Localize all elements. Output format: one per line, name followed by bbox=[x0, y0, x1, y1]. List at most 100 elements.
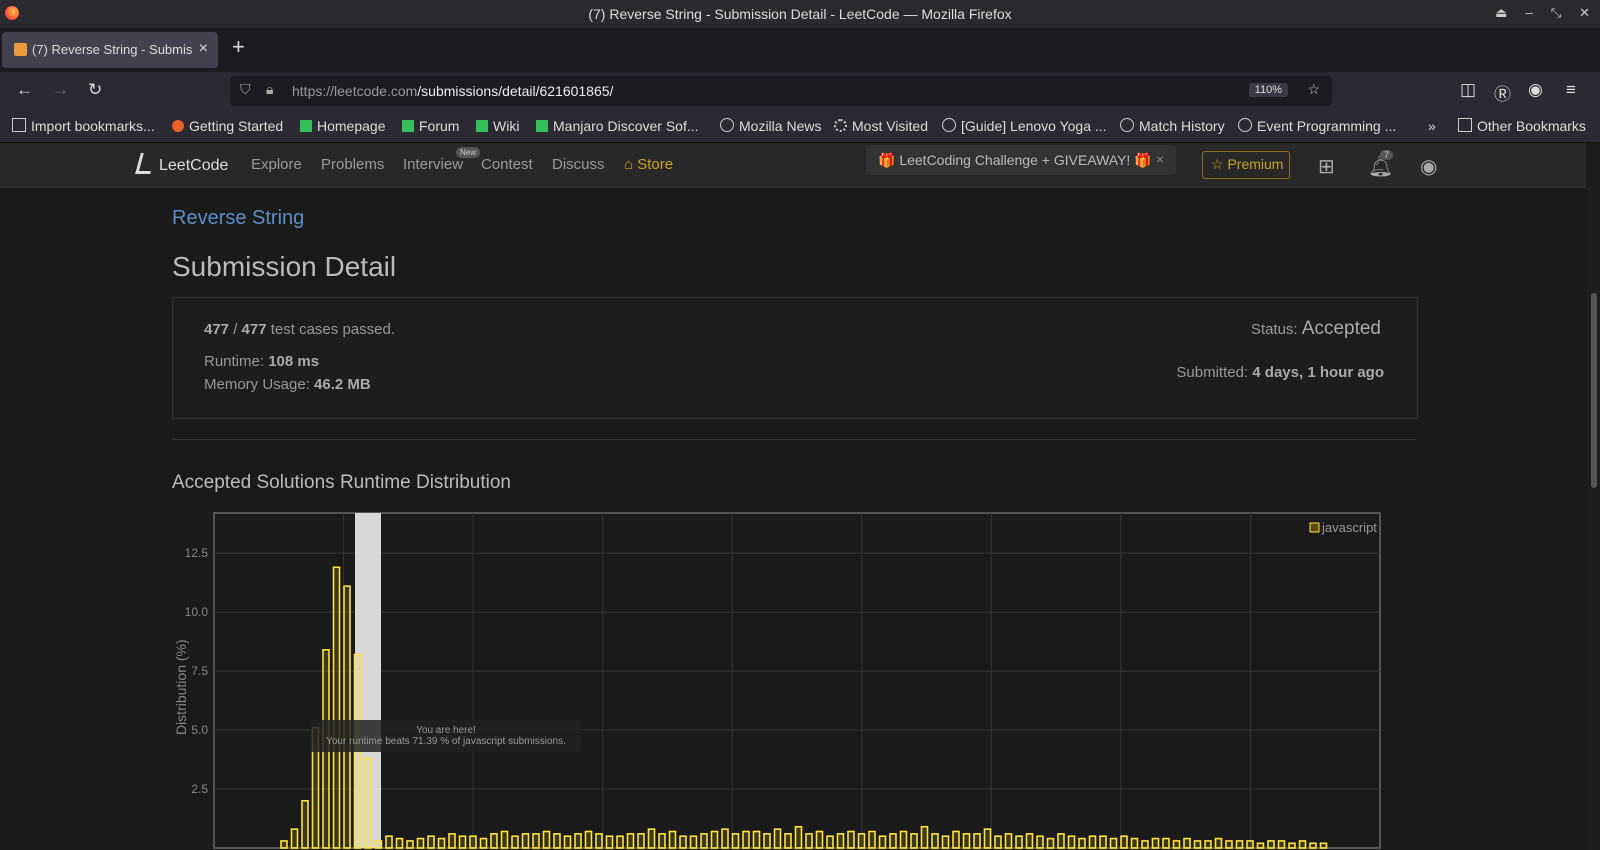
manjaro-icon bbox=[476, 120, 488, 132]
bar bbox=[899, 830, 908, 849]
y-tick-label: 12.5 bbox=[185, 546, 209, 560]
bar bbox=[479, 837, 488, 849]
challenge-text: 🎁 LeetCoding Challenge + GIVEAWAY! 🎁 bbox=[878, 152, 1152, 168]
bookmark-manjaro-discover[interactable]: Manjaro Discover Sof... bbox=[536, 118, 699, 134]
bookmark-other[interactable]: Other Bookmarks bbox=[1458, 118, 1586, 134]
eject-icon[interactable]: ⏏ bbox=[1495, 5, 1507, 21]
pocket-icon[interactable]: ◫ bbox=[1460, 80, 1476, 100]
globe-icon bbox=[720, 118, 734, 132]
tooltip-text: Your runtime beats 71.39 % of javascript… bbox=[326, 736, 566, 747]
bookmarks-overflow-icon[interactable]: » bbox=[1428, 118, 1436, 134]
runtime-distribution-chart[interactable]: 2.5 5.0 7.5 10.0 12.5 Distribution (%) You are… bbox=[164, 508, 1424, 850]
close-window-button[interactable]: ✕ bbox=[1579, 5, 1590, 21]
nav-interview[interactable]: Interview bbox=[403, 156, 463, 173]
bar bbox=[374, 840, 383, 849]
bar bbox=[710, 830, 719, 849]
bookmark-event-programming[interactable]: Event Programming ... bbox=[1238, 118, 1396, 134]
zoom-level[interactable]: 110% bbox=[1248, 83, 1288, 97]
reload-icon[interactable]: ↻ bbox=[88, 80, 102, 100]
user-avatar-icon[interactable]: ◉ bbox=[1420, 154, 1437, 179]
nav-discuss[interactable]: Discuss bbox=[552, 156, 605, 173]
bookmark-lenovo-guide[interactable]: [Guide] Lenovo Yoga ... bbox=[942, 118, 1107, 134]
premium-button[interactable]: ☆ Premium bbox=[1202, 151, 1290, 179]
back-icon[interactable]: ← bbox=[16, 80, 33, 100]
bar bbox=[889, 833, 897, 849]
playground-icon[interactable]: ⊞ bbox=[1318, 154, 1335, 179]
bookmarks-toolbar: Import bookmarks... Getting Started Home… bbox=[0, 110, 1600, 143]
address-bar[interactable]: ⛉ 🔒︎ https://leetcode.com/submissions/de… bbox=[230, 76, 1332, 106]
extension-icon[interactable]: ◉ bbox=[1528, 80, 1543, 100]
bookmark-star-icon[interactable]: ☆ bbox=[1307, 81, 1320, 98]
bar bbox=[847, 830, 855, 849]
browser-tab[interactable]: (7) Reverse String - Submission Detail -… bbox=[2, 32, 218, 68]
bar bbox=[563, 835, 572, 849]
divider bbox=[172, 439, 1416, 440]
submission-summary-card: 477 / 477 test cases passed. Runtime: 10… bbox=[172, 297, 1418, 419]
page-content: LeetCode Explore Problems Interview New … bbox=[0, 143, 1586, 850]
window-controls: ⏏ – ⤡ ✕ bbox=[1495, 5, 1590, 21]
bar bbox=[773, 828, 782, 849]
bar bbox=[616, 835, 624, 849]
bar bbox=[973, 833, 981, 849]
import-icon bbox=[12, 118, 26, 132]
bar bbox=[416, 837, 425, 849]
page-scrollbar[interactable] bbox=[1586, 143, 1600, 850]
bar bbox=[931, 833, 939, 849]
bookmark-most-visited[interactable]: Most Visited bbox=[834, 118, 928, 134]
bookmark-mozilla-news[interactable]: Mozilla News bbox=[720, 118, 821, 134]
lock-icon[interactable]: 🔒︎ bbox=[266, 81, 273, 98]
globe-icon bbox=[1238, 118, 1252, 132]
menu-icon[interactable]: ≡ bbox=[1566, 80, 1576, 100]
shield-icon[interactable]: ⛉ bbox=[240, 81, 251, 98]
new-tab-button[interactable]: + bbox=[232, 34, 245, 60]
nav-store[interactable]: ⌂ Store bbox=[624, 156, 673, 173]
close-banner-icon[interactable]: × bbox=[1156, 151, 1164, 167]
bar bbox=[1015, 835, 1023, 849]
bar bbox=[941, 835, 950, 849]
bar bbox=[983, 828, 992, 849]
bar bbox=[1025, 833, 1034, 849]
nav-problems[interactable]: Problems bbox=[321, 156, 384, 173]
leetcode-navbar: LeetCode Explore Problems Interview New … bbox=[0, 143, 1586, 188]
bookmark-getting-started[interactable]: Getting Started bbox=[172, 118, 283, 134]
minimize-button[interactable]: – bbox=[1525, 5, 1532, 21]
leetcode-logo[interactable]: LeetCode bbox=[135, 153, 228, 175]
firefox-icon bbox=[172, 120, 184, 132]
bar bbox=[1120, 835, 1128, 849]
account-avatar-icon[interactable]: Ⓡ bbox=[1494, 80, 1511, 105]
bookmark-match-history[interactable]: Match History bbox=[1120, 118, 1225, 134]
bookmark-homepage[interactable]: Homepage bbox=[300, 118, 386, 134]
bookmark-forum[interactable]: Forum bbox=[402, 118, 459, 134]
nav-explore[interactable]: Explore bbox=[251, 156, 302, 173]
restore-button[interactable]: ⤡ bbox=[1551, 5, 1561, 21]
bar bbox=[1309, 842, 1317, 849]
bar bbox=[679, 835, 687, 849]
bar bbox=[1298, 840, 1307, 849]
bar bbox=[1235, 840, 1244, 849]
test-cases-passed: 477 / 477 test cases passed. bbox=[204, 321, 395, 338]
bar bbox=[668, 830, 677, 849]
gear-icon bbox=[834, 119, 847, 132]
bar bbox=[1277, 840, 1286, 849]
url-text[interactable]: https://leetcode.com/submissions/detail/… bbox=[292, 83, 613, 99]
bar bbox=[490, 833, 498, 849]
bookmark-import[interactable]: Import bookmarks... bbox=[12, 118, 155, 134]
bar bbox=[1078, 837, 1086, 849]
challenge-banner[interactable]: 🎁 LeetCoding Challenge + GIVEAWAY! 🎁 × bbox=[866, 145, 1176, 175]
problem-title-link[interactable]: Reverse String bbox=[172, 207, 304, 230]
bookmark-wiki[interactable]: Wiki bbox=[476, 118, 519, 134]
bar bbox=[1057, 833, 1065, 849]
nav-contest[interactable]: Contest bbox=[481, 156, 533, 173]
close-tab-icon[interactable]: × bbox=[199, 40, 208, 58]
legend-swatch bbox=[1309, 522, 1320, 533]
forward-icon[interactable]: → bbox=[52, 80, 69, 100]
window-title: (7) Reverse String - Submission Detail -… bbox=[588, 6, 1012, 22]
scrollbar-thumb[interactable] bbox=[1591, 293, 1597, 488]
memory-usage: Memory Usage: 46.2 MB bbox=[204, 376, 371, 393]
bar bbox=[826, 835, 834, 849]
bar bbox=[689, 835, 698, 849]
bar bbox=[910, 833, 918, 849]
bar bbox=[857, 833, 866, 849]
bar bbox=[805, 833, 813, 849]
bar bbox=[1046, 837, 1055, 849]
